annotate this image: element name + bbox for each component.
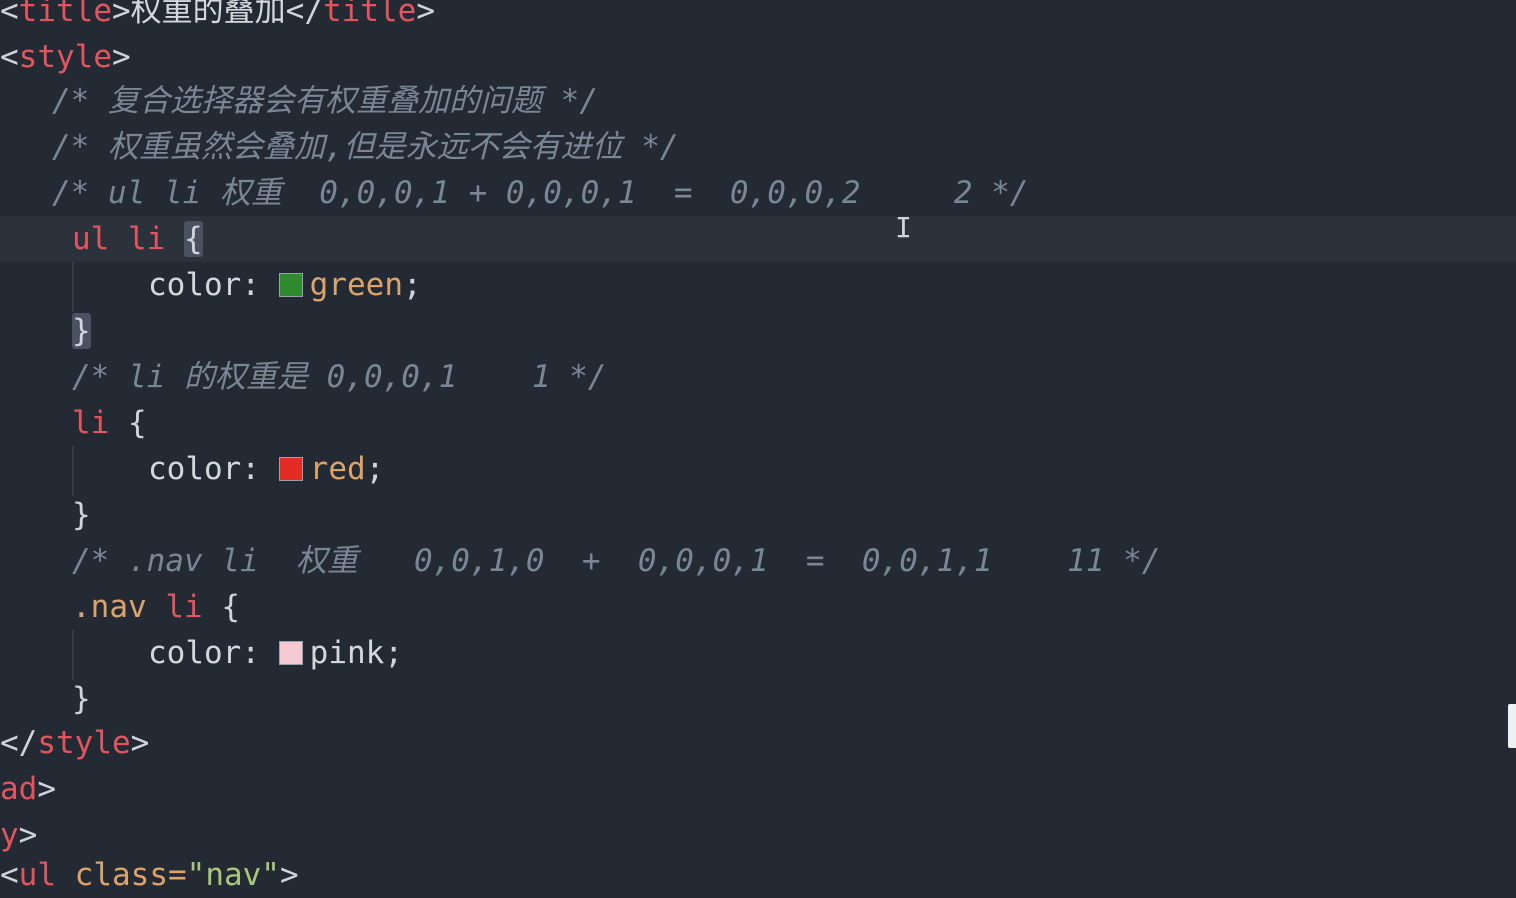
code-line[interactable]: /* li 的权重是 0,0,0,1 1 */ — [0, 354, 1516, 400]
token-punc: </ — [285, 0, 323, 29]
token-punc: ; — [384, 635, 403, 671]
color-swatch-green[interactable] — [278, 273, 303, 297]
code-editor[interactable]: <title>权重的叠加</title> <style> /* 复合选择器会有权… — [0, 0, 1516, 893]
token-property: color — [148, 451, 242, 487]
token-selector: li — [72, 405, 110, 441]
token-attr: class= — [56, 857, 187, 893]
token-comment: /* .nav li 权重 0,0,1,0 + 0,0,0,1 = 0,0,1,… — [72, 543, 1161, 579]
token-tag: style — [37, 725, 131, 761]
code-line[interactable]: } — [0, 676, 1516, 722]
code-line[interactable]: <style> — [0, 34, 1516, 80]
color-swatch-red[interactable] — [278, 457, 303, 481]
token-brace: { — [221, 589, 240, 625]
token-selector: li — [165, 589, 203, 625]
token-selector: ul li — [72, 221, 166, 257]
token-punc: : — [241, 451, 260, 487]
token-punc: : — [241, 267, 260, 303]
token-punc: </ — [0, 725, 38, 761]
token-punc: > — [279, 857, 299, 893]
text-cursor-icon: I — [895, 211, 912, 244]
token-tag: ad — [0, 771, 38, 807]
token-punc: < — [0, 0, 19, 29]
token-punc: > — [37, 771, 56, 807]
token-punc: ; — [403, 267, 422, 303]
token-property: color — [148, 267, 242, 303]
token-class-selector: .nav — [72, 589, 147, 625]
code-line[interactable]: color: pink; — [0, 630, 1516, 676]
code-line[interactable]: <title>权重的叠加</title> — [0, 0, 1516, 34]
token-text: 权重的叠加 — [130, 0, 286, 29]
token-punc: > — [416, 0, 435, 29]
code-line[interactable]: /* ul li 权重 0,0,0,1 + 0,0,0,1 = 0,0,0,2 … — [0, 170, 1516, 216]
token-punc: : — [241, 635, 260, 671]
token-comment: /* 复合选择器会有权重叠加的问题 */ — [52, 83, 598, 119]
token-value: green — [309, 267, 403, 303]
token-punc: > — [130, 725, 150, 761]
token-brace: } — [72, 497, 91, 533]
token-brace: } — [72, 681, 91, 717]
token-punc: > — [112, 39, 131, 75]
token-tag: y — [0, 817, 19, 853]
code-line-active[interactable]: ul li { — [0, 216, 1516, 262]
token-comment: /* li 的权重是 0,0,0,1 1 */ — [72, 359, 607, 395]
token-tag: title — [323, 0, 417, 29]
code-line[interactable]: .nav li { — [0, 584, 1516, 630]
code-line[interactable]: } — [0, 492, 1516, 538]
color-swatch-pink[interactable] — [278, 641, 303, 665]
code-line[interactable]: </style> — [0, 720, 1516, 766]
code-line[interactable]: } — [0, 308, 1516, 354]
token-tag: style — [18, 39, 112, 75]
code-line[interactable]: ad> — [0, 766, 1516, 812]
token-punc: > — [18, 817, 38, 853]
code-line[interactable]: color: green; — [0, 262, 1516, 308]
token-brace-highlighted: { — [184, 221, 203, 257]
scrollbar-thumb[interactable] — [1508, 704, 1516, 748]
token-value: red — [309, 451, 366, 487]
code-line[interactable]: li { — [0, 400, 1516, 446]
token-property: color — [148, 635, 242, 671]
token-punc: > — [112, 0, 131, 29]
token-punc: ; — [365, 451, 385, 487]
code-line[interactable]: <ul class="nav"> — [0, 852, 1516, 898]
code-line[interactable]: /* 权重虽然会叠加,但是永远不会有进位 */ — [0, 124, 1516, 170]
token-punc: < — [0, 857, 19, 893]
token-brace: { — [128, 405, 147, 441]
token-punc: < — [0, 39, 19, 75]
token-tag: title — [18, 0, 112, 29]
code-line[interactable]: /* 复合选择器会有权重叠加的问题 */ — [0, 78, 1516, 124]
token-string: "nav" — [186, 857, 280, 893]
token-value: pink — [309, 635, 385, 671]
code-line[interactable]: /* .nav li 权重 0,0,1,0 + 0,0,0,1 = 0,0,1,… — [0, 538, 1516, 584]
token-comment: /* ul li 权重 0,0,0,1 + 0,0,0,1 = 0,0,0,2 … — [52, 175, 1029, 211]
token-brace-highlighted: } — [72, 313, 91, 349]
token-tag: ul — [18, 857, 56, 893]
code-line[interactable]: color: red; — [0, 446, 1516, 492]
token-comment: /* 权重虽然会叠加,但是永远不会有进位 */ — [52, 129, 679, 165]
